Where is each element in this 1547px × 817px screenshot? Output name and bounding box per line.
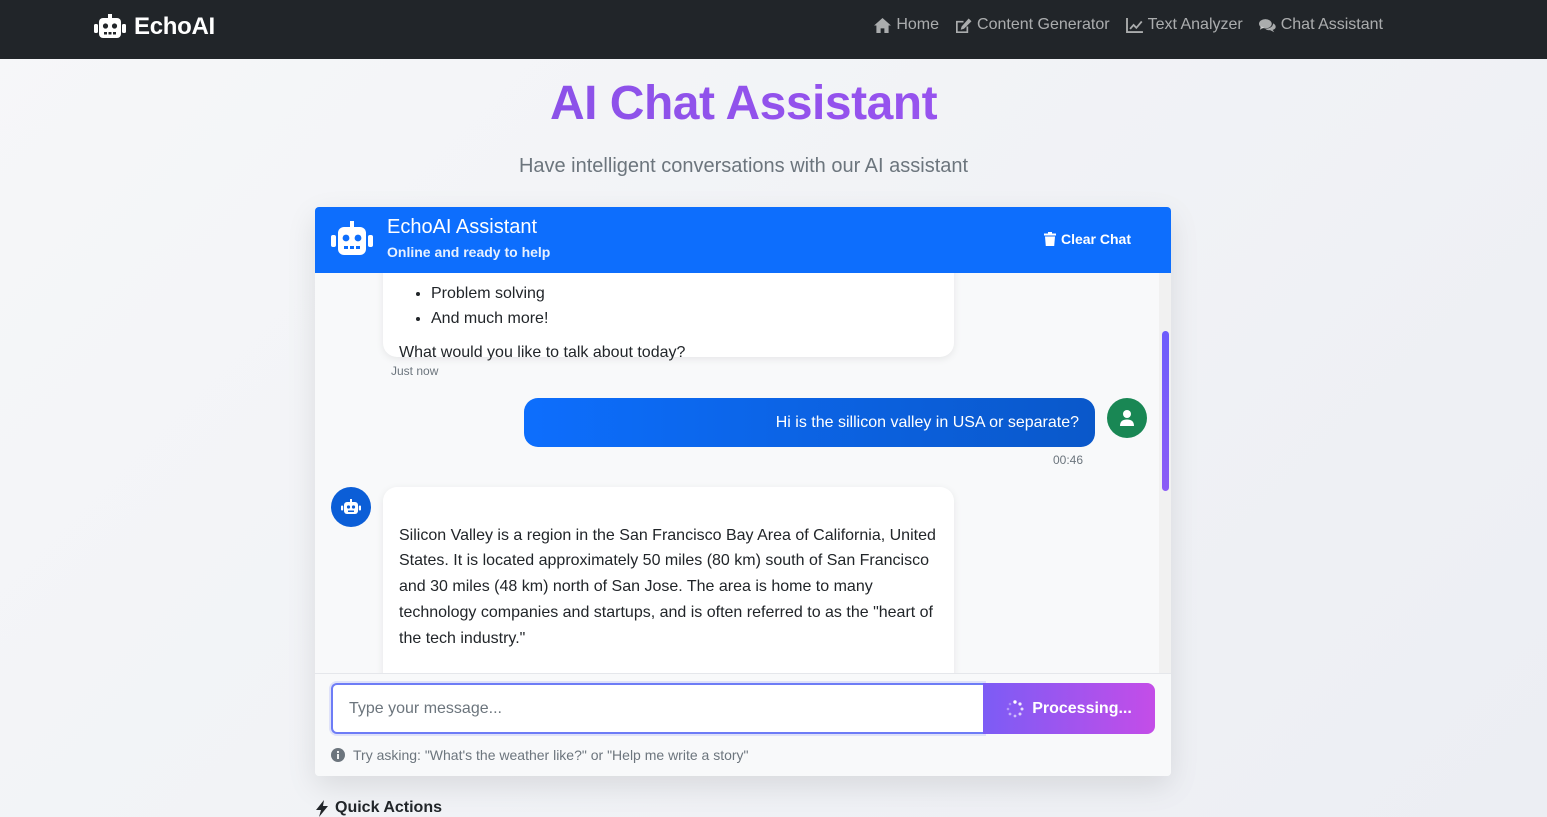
input-hint: Try asking: "What's the weather like?" o… xyxy=(331,747,749,763)
trash-icon xyxy=(1043,232,1056,246)
brand-link[interactable]: EchoAI xyxy=(94,12,215,42)
clear-chat-label: Clear Chat xyxy=(1060,231,1131,247)
chart-line-icon xyxy=(1125,17,1143,33)
robot-icon xyxy=(94,14,126,38)
user-avatar xyxy=(1107,398,1147,438)
nav-link-label: Home xyxy=(896,16,940,33)
message-timestamp: Just now xyxy=(391,364,439,378)
bot-message-text: Silicon Valley is a region in the San Fr… xyxy=(399,526,936,647)
bot-message: Problem solving And much more! What woul… xyxy=(383,273,954,361)
message-input[interactable] xyxy=(331,683,984,734)
send-button[interactable]: Processing... xyxy=(983,683,1155,734)
message-list[interactable]: Problem solving And much more! What woul… xyxy=(315,273,1171,673)
bolt-icon xyxy=(316,799,328,817)
nav-link-label: Text Analyzer xyxy=(1147,16,1243,33)
nav-link-label: Chat Assistant xyxy=(1280,16,1383,33)
info-icon xyxy=(331,748,345,762)
spinner-icon xyxy=(1006,699,1024,717)
chat-header-status: Online and ready to help xyxy=(387,244,551,260)
comments-icon xyxy=(1258,18,1276,32)
edit-icon xyxy=(956,17,972,33)
user-message-text: Hi is the sillicon valley in USA or sepa… xyxy=(775,413,1079,431)
quick-actions-title: Quick Actions xyxy=(335,799,442,816)
chat-header-title: EchoAI Assistant xyxy=(387,216,538,238)
clear-chat-button[interactable]: Clear Chat xyxy=(1043,231,1131,247)
robot-icon xyxy=(331,221,373,255)
nav-link-content-generator[interactable]: Content Generator xyxy=(955,16,1110,34)
list-item: Problem solving xyxy=(431,281,938,306)
list-item: And much more! xyxy=(431,306,938,331)
nav-link-label: Content Generator xyxy=(977,16,1110,33)
nav-link-home[interactable]: Home xyxy=(874,16,939,34)
user-message: Hi is the sillicon valley in USA or sepa… xyxy=(524,398,1095,447)
brand-name: EchoAI xyxy=(134,13,215,40)
nav-links: Home Content Generator Text Analyzer Cha… xyxy=(874,16,1383,34)
nav-link-text-analyzer[interactable]: Text Analyzer xyxy=(1125,16,1243,34)
message-timestamp: 00:46 xyxy=(1053,453,1084,467)
bot-message: Silicon Valley is a region in the San Fr… xyxy=(383,487,954,673)
scrollbar-thumb[interactable] xyxy=(1162,331,1169,491)
quick-actions-heading: Quick Actions xyxy=(315,799,442,817)
user-icon xyxy=(1120,410,1134,426)
send-button-label: Processing... xyxy=(1032,699,1132,717)
page-title: AI Chat Assistant xyxy=(0,76,1487,131)
input-hint-text: Try asking: "What's the weather like?" o… xyxy=(353,747,749,763)
chat-input-area: Processing... Try asking: "What's the we… xyxy=(315,673,1171,776)
robot-icon xyxy=(341,499,361,514)
nav-link-chat-assistant[interactable]: Chat Assistant xyxy=(1258,16,1383,34)
page-subtitle: Have intelligent conversations with our … xyxy=(518,155,969,177)
chat-card: EchoAI Assistant Online and ready to hel… xyxy=(315,207,1171,776)
chat-header: EchoAI Assistant Online and ready to hel… xyxy=(315,207,1171,273)
message-scrollbar[interactable] xyxy=(1159,273,1171,673)
navbar: EchoAI Home Content Generator Text Analy… xyxy=(0,0,1547,59)
bot-message-text: What would you like to talk about today? xyxy=(399,344,686,361)
home-icon xyxy=(874,17,892,33)
bot-message-list: Problem solving And much more! xyxy=(399,281,938,331)
bot-avatar xyxy=(331,487,371,527)
